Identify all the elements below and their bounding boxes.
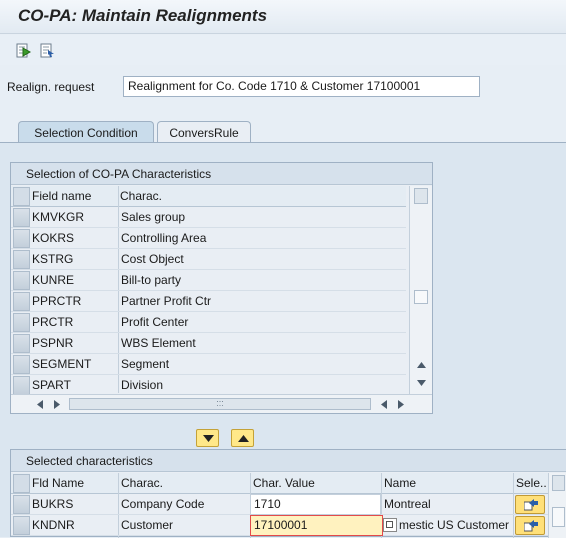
column-header-select: Sele.. [516,476,547,490]
row-selector[interactable] [13,376,30,395]
scroll-right-end-icon[interactable] [398,400,404,409]
title-bar: CO-PA: Maintain Realignments [0,0,566,34]
tab-convers-rule[interactable]: ConversRule [157,121,251,143]
field-name-cell: KSTRG [32,252,74,266]
field-name-cell: BUKRS [32,497,74,511]
charac-cell: WBS Element [121,336,196,350]
field-name-cell: KNDNR [32,518,75,532]
scroll-thumb-top[interactable] [552,475,565,491]
arrow-up-icon [238,435,249,442]
table-row[interactable]: PPRCTR Partner Profit Ctr [11,291,406,312]
scroll-right-icon[interactable] [54,400,60,409]
arrow-down-icon [203,435,214,442]
field-name-cell: PRCTR [32,315,74,329]
field-name-cell: KUNRE [32,273,75,287]
application-toolbar [0,35,566,65]
selection-panel-title: Selection of CO-PA Characteristics [11,163,432,185]
scroll-thumb-top[interactable] [414,188,428,204]
char-value-input[interactable]: 17100001 [250,515,383,536]
scroll-thumb-horizontal[interactable]: ::: [69,398,371,410]
execute-icon[interactable] [14,41,32,58]
value-help-icon[interactable] [383,518,397,532]
charac-cell: Division [121,378,164,392]
charac-cell: Partner Profit Ctr [121,294,212,308]
field-name-cell: KMVKGR [32,210,85,224]
horizontal-scrollbar[interactable]: ::: [11,394,432,413]
selection-table-header: Field name Charac. [11,186,406,207]
scroll-left-icon[interactable] [37,400,43,409]
charac-cell: Sales group [121,210,186,224]
selection-panel: Selection of CO-PA Characteristics Field… [10,162,433,414]
charac-cell: Controlling Area [121,231,207,245]
charac-cell: Profit Center [121,315,189,329]
table-row[interactable]: KMVKGR Sales group [11,207,406,228]
charac-cell: Cost Object [121,252,184,266]
row-selector[interactable] [13,355,30,374]
row-selector[interactable] [13,292,30,311]
column-header-charac: Charac. [121,476,164,490]
multiple-selection-icon [524,499,538,511]
column-header-charac: Charac. [120,189,163,203]
column-header-fld-name: Fld Name [32,476,85,490]
char-value-input[interactable]: 1710 [250,494,381,515]
vertical-scrollbar[interactable] [409,186,432,394]
row-selector[interactable] [13,516,30,535]
scroll-thumb[interactable] [552,507,565,527]
name-cell: mestic US Customer [399,518,510,532]
select-all-rows-button[interactable] [13,474,30,493]
charac-cell: Company Code [121,497,205,511]
field-name-cell: KOKRS [32,231,75,245]
realign-request-field[interactable]: Realignment for Co. Code 1710 & Customer… [123,76,480,97]
column-header-name: Name [384,476,417,490]
row-selector[interactable] [13,229,30,248]
row-selector[interactable] [13,495,30,514]
table-row[interactable]: KOKRS Controlling Area [11,228,406,249]
charac-cell: Segment [121,357,170,371]
select-values-button[interactable] [515,495,545,514]
scroll-thumb[interactable] [414,290,428,304]
field-name-cell: SEGMENT [32,357,92,371]
scroll-left-end-icon[interactable] [381,400,387,409]
selected-panel-title: Selected characteristics [11,450,566,472]
window-title: CO-PA: Maintain Realignments [18,6,268,25]
select-values-button[interactable] [515,516,545,535]
table-row[interactable]: PRCTR Profit Center [11,312,406,333]
row-selector[interactable] [13,334,30,353]
charac-cell: Bill-to party [121,273,182,287]
table-row[interactable]: PSPNR WBS Element [11,333,406,354]
vertical-scrollbar[interactable] [548,473,566,538]
selected-table-header: Fld Name Charac. Char. Value Name Sele.. [11,473,566,494]
row-selector[interactable] [13,271,30,290]
display-log-icon[interactable] [38,41,55,58]
move-up-button[interactable] [231,429,254,447]
table-row[interactable]: KUNRE Bill-to party [11,270,406,291]
field-name-cell: SPART [32,378,71,392]
table-row[interactable]: KSTRG Cost Object [11,249,406,270]
row-selector[interactable] [13,313,30,332]
table-row[interactable]: BUKRS Company Code 1710 Montreal [11,494,551,515]
realign-request-label: Realign. request [7,80,95,94]
table-row[interactable]: SPART Division [11,375,406,396]
row-selector[interactable] [13,250,30,269]
column-header-field-name: Field name [32,189,92,203]
selected-panel: Selected characteristics Fld Name Charac… [10,449,566,538]
multiple-selection-icon [524,520,538,532]
select-all-rows-button[interactable] [13,187,30,206]
tab-selection-condition[interactable]: Selection Condition [18,121,154,143]
row-selector[interactable] [13,208,30,227]
field-name-cell: PPRCTR [32,294,82,308]
table-row[interactable]: SEGMENT Segment [11,354,406,375]
scroll-down-icon[interactable] [417,380,426,386]
table-row[interactable]: KNDNR Customer 17100001 mestic US Custom… [11,515,551,536]
charac-cell: Customer [121,518,174,532]
move-down-button[interactable] [196,429,219,447]
name-cell: Montreal [384,497,431,511]
scroll-up-icon[interactable] [417,362,426,368]
column-header-char-value: Char. Value [253,476,315,490]
field-name-cell: PSPNR [32,336,74,350]
